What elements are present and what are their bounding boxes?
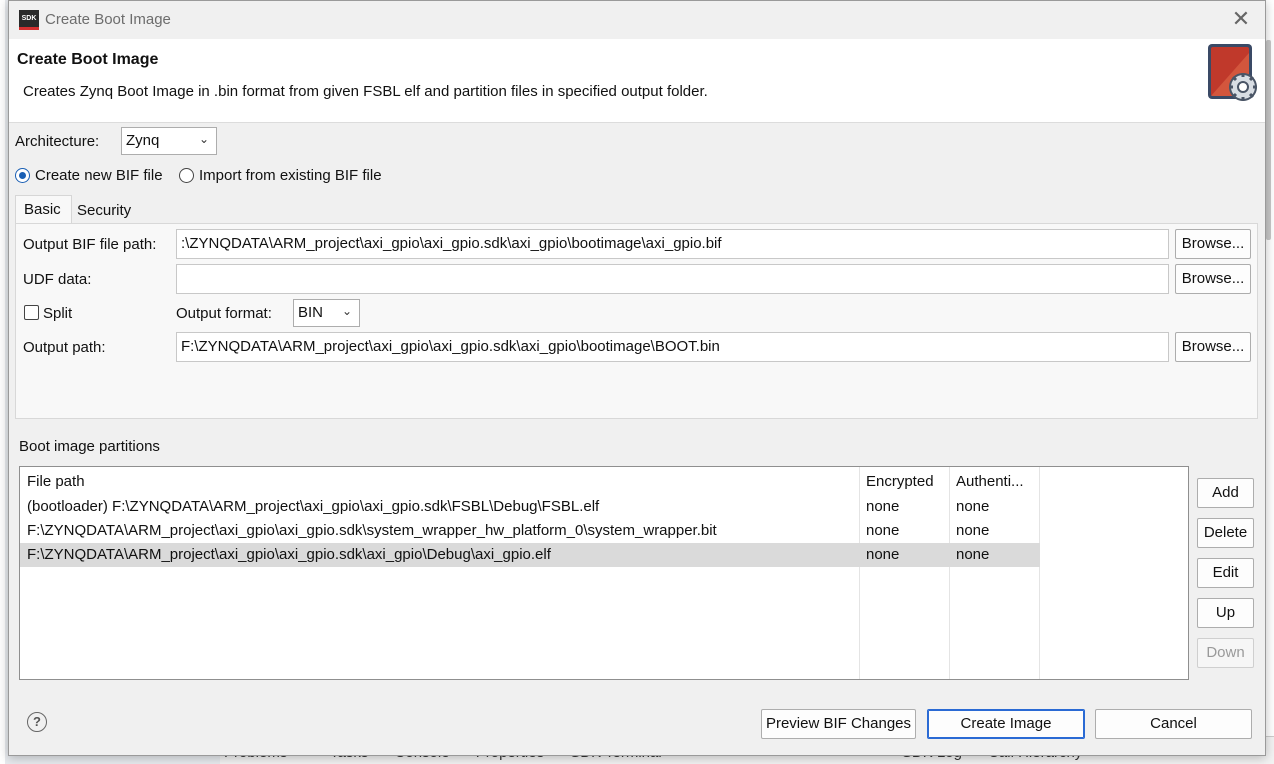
column-header-authentication[interactable]: Authenti... (956, 473, 1024, 490)
import-bif-radio[interactable] (179, 168, 194, 183)
boot-image-gear-icon (1208, 44, 1257, 101)
move-down-button[interactable]: Down (1197, 638, 1254, 668)
output-browse-button[interactable]: Browse... (1175, 332, 1251, 362)
bif-path-input[interactable]: :\ZYNQDATA\ARM_project\axi_gpio\axi_gpio… (176, 229, 1169, 259)
row-encrypted: none (866, 498, 900, 515)
move-up-button[interactable]: Up (1197, 598, 1254, 628)
table-row[interactable]: (bootloader) F:\ZYNQDATA\ARM_project\axi… (20, 495, 1040, 519)
create-image-button[interactable]: Create Image (927, 709, 1085, 739)
cancel-button[interactable]: Cancel (1095, 709, 1252, 739)
chevron-down-icon: ⌄ (198, 132, 209, 146)
row-file-path: (bootloader) F:\ZYNQDATA\ARM_project\axi… (27, 498, 600, 515)
split-checkbox[interactable] (24, 305, 39, 320)
dialog-header: Create Boot Image Creates Zynq Boot Imag… (9, 39, 1265, 123)
output-format-select[interactable]: BIN ⌄ (293, 299, 360, 327)
tab-security[interactable]: Security (69, 197, 139, 225)
bif-path-label: Output BIF file path: (23, 236, 157, 253)
partitions-table[interactable]: File path Encrypted Authenti... (bootloa… (19, 466, 1189, 680)
ide-scrollbar[interactable] (1266, 40, 1271, 240)
row-file-path: F:\ZYNQDATA\ARM_project\axi_gpio\axi_gpi… (27, 546, 551, 563)
ide-background-left (0, 0, 5, 764)
header-title: Create Boot Image (17, 51, 159, 68)
create-boot-image-dialog: SDK Create Boot Image ✕ Create Boot Imag… (8, 0, 1266, 756)
delete-partition-button[interactable]: Delete (1197, 518, 1254, 548)
header-description: Creates Zynq Boot Image in .bin format f… (23, 83, 708, 100)
output-path-input[interactable]: F:\ZYNQDATA\ARM_project\axi_gpio\axi_gpi… (176, 332, 1169, 362)
title-bar[interactable]: SDK Create Boot Image ✕ (9, 1, 1265, 39)
output-format-value: BIN (298, 304, 324, 321)
output-path-label: Output path: (23, 339, 106, 356)
import-bif-label[interactable]: Import from existing BIF file (199, 167, 382, 184)
row-authentication: none (956, 522, 990, 539)
sdk-app-icon: SDK (19, 10, 39, 30)
udf-input[interactable] (176, 264, 1169, 294)
create-new-bif-label[interactable]: Create new BIF file (35, 167, 163, 184)
table-row-selected[interactable]: F:\ZYNQDATA\ARM_project\axi_gpio\axi_gpi… (20, 543, 1040, 567)
architecture-label: Architecture: (15, 133, 100, 150)
bif-browse-button[interactable]: Browse... (1175, 229, 1251, 259)
udf-label: UDF data: (23, 271, 92, 288)
partitions-section-label: Boot image partitions (19, 438, 160, 455)
row-authentication: none (956, 546, 990, 563)
architecture-value: Zynq (126, 132, 160, 149)
table-row[interactable]: F:\ZYNQDATA\ARM_project\axi_gpio\axi_gpi… (20, 519, 1040, 543)
row-encrypted: none (866, 546, 900, 563)
create-new-bif-radio[interactable] (15, 168, 30, 183)
udf-browse-button[interactable]: Browse... (1175, 264, 1251, 294)
add-partition-button[interactable]: Add (1197, 478, 1254, 508)
architecture-select[interactable]: Zynq ⌄ (121, 127, 217, 155)
help-icon[interactable]: ? (27, 712, 47, 732)
preview-bif-changes-button[interactable]: Preview BIF Changes (761, 709, 916, 739)
row-file-path: F:\ZYNQDATA\ARM_project\axi_gpio\axi_gpi… (27, 522, 717, 539)
row-encrypted: none (866, 522, 900, 539)
column-header-encrypted[interactable]: Encrypted (866, 473, 934, 490)
output-format-label: Output format: (176, 305, 272, 322)
column-header-file-path[interactable]: File path (27, 473, 85, 490)
tab-basic[interactable]: Basic (15, 195, 72, 223)
row-authentication: none (956, 498, 990, 515)
window-title: Create Boot Image (45, 11, 171, 28)
chevron-down-icon: ⌄ (341, 304, 352, 318)
edit-partition-button[interactable]: Edit (1197, 558, 1254, 588)
close-button[interactable]: ✕ (1229, 7, 1253, 31)
split-label[interactable]: Split (43, 305, 72, 322)
